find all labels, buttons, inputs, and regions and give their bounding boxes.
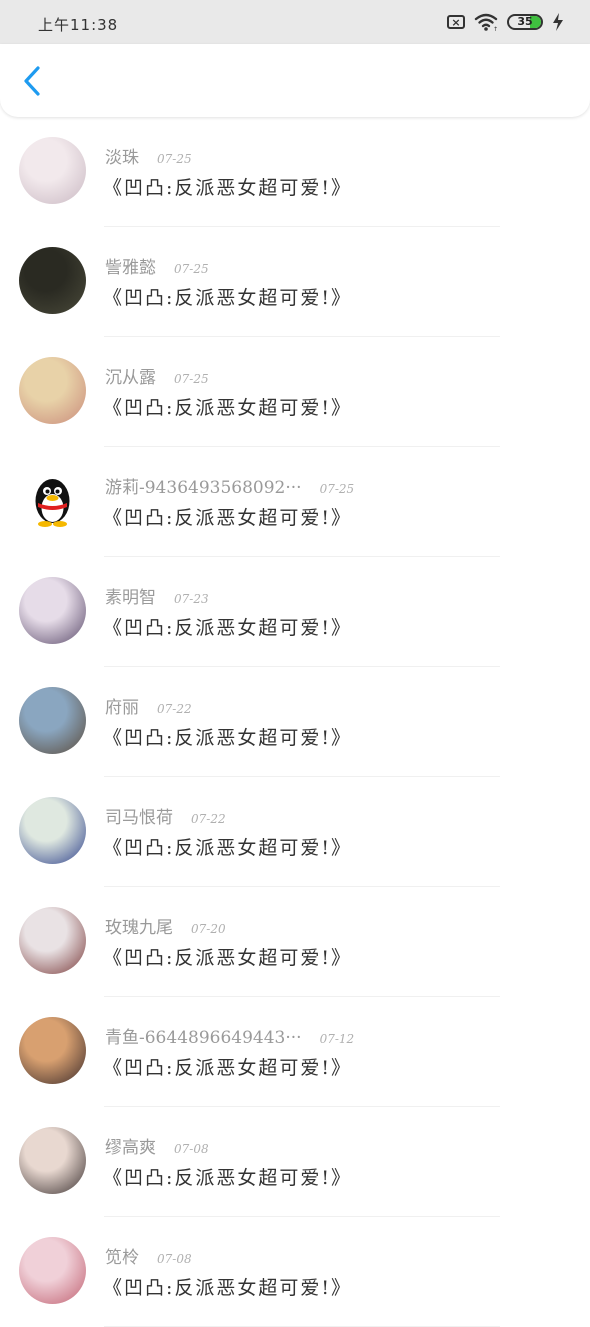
comment-text: 《凹凸:反派恶女超可爱!》 bbox=[103, 1167, 353, 1189]
user-name[interactable]: 淡珠 bbox=[105, 143, 139, 168]
chevron-left-icon bbox=[24, 66, 40, 96]
comment-header: 笕柃 07-08 bbox=[105, 1243, 192, 1268]
comment-date: 07-25 bbox=[174, 262, 209, 276]
user-name[interactable]: 游莉-9436493568092··· bbox=[105, 473, 302, 498]
user-name[interactable]: 缪高爽 bbox=[105, 1133, 156, 1158]
comment-header: 淡珠 07-25 bbox=[105, 143, 192, 168]
status-time: 上午11:38 bbox=[38, 16, 119, 34]
comment-header: 缪高爽 07-08 bbox=[105, 1133, 209, 1158]
avatar[interactable] bbox=[19, 1237, 86, 1304]
avatar[interactable] bbox=[19, 797, 86, 864]
comment-date: 07-22 bbox=[191, 812, 226, 826]
comment-text: 《凹凸:反派恶女超可爱!》 bbox=[103, 1057, 353, 1079]
penguin-icon bbox=[35, 479, 70, 527]
user-name[interactable]: 府丽 bbox=[105, 693, 139, 718]
comment-item[interactable]: 玫瑰九尾 07-20 《凹凸:反派恶女超可爱!》 bbox=[0, 887, 590, 997]
comment-text: 《凹凸:反派恶女超可爱!》 bbox=[103, 397, 353, 419]
comment-date: 07-25 bbox=[174, 372, 209, 386]
avatar[interactable] bbox=[19, 577, 86, 644]
user-name[interactable]: 青鱼-6644896649443··· bbox=[105, 1023, 302, 1048]
comment-header: 府丽 07-22 bbox=[105, 693, 192, 718]
user-name[interactable]: 沉从露 bbox=[105, 363, 156, 388]
comment-date: 07-23 bbox=[174, 592, 209, 606]
comment-date: 07-22 bbox=[157, 702, 192, 716]
comment-text: 《凹凸:反派恶女超可爱!》 bbox=[103, 1277, 353, 1299]
battery-percent: 35 bbox=[517, 15, 533, 28]
avatar[interactable] bbox=[19, 357, 86, 424]
comment-date: 07-25 bbox=[157, 152, 192, 166]
comment-item[interactable]: 游莉-9436493568092··· 07-25 《凹凸:反派恶女超可爱!》 bbox=[0, 447, 590, 557]
comment-header: 沉从露 07-25 bbox=[105, 363, 209, 388]
avatar[interactable] bbox=[19, 247, 86, 314]
avatar[interactable] bbox=[19, 907, 86, 974]
comment-item[interactable]: 訾雅懿 07-25 《凹凸:反派恶女超可爱!》 bbox=[0, 227, 590, 337]
avatar[interactable] bbox=[19, 687, 86, 754]
close-box-icon: × bbox=[447, 15, 465, 29]
battery-icon: 35 bbox=[507, 14, 543, 30]
back-button[interactable] bbox=[16, 64, 50, 98]
svg-text:↑↓: ↑↓ bbox=[493, 26, 498, 32]
comment-item[interactable]: 青鱼-6644896649443··· 07-12 《凹凸:反派恶女超可爱!》 bbox=[0, 997, 590, 1107]
comment-text: 《凹凸:反派恶女超可爱!》 bbox=[103, 947, 353, 969]
user-name[interactable]: 訾雅懿 bbox=[105, 253, 156, 278]
comment-item[interactable]: 淡珠 07-25 《凹凸:反派恶女超可爱!》 bbox=[0, 117, 590, 227]
comment-text: 《凹凸:反派恶女超可爱!》 bbox=[103, 727, 353, 749]
comment-header: 司马恨荷 07-22 bbox=[105, 803, 226, 828]
avatar[interactable] bbox=[19, 467, 86, 534]
comment-item[interactable]: 笕柃 07-08 《凹凸:反派恶女超可爱!》 bbox=[0, 1217, 590, 1327]
user-name[interactable]: 玫瑰九尾 bbox=[105, 913, 173, 938]
status-bar: 上午11:38 × ↑↓ 35 bbox=[0, 0, 590, 44]
comment-text: 《凹凸:反派恶女超可爱!》 bbox=[103, 837, 353, 859]
comment-text: 《凹凸:反派恶女超可爱!》 bbox=[103, 287, 353, 309]
comment-header: 玫瑰九尾 07-20 bbox=[105, 913, 226, 938]
comment-date: 07-08 bbox=[157, 1252, 192, 1266]
comment-date: 07-08 bbox=[174, 1142, 209, 1156]
avatar[interactable] bbox=[19, 1017, 86, 1084]
comment-item[interactable]: 司马恨荷 07-22 《凹凸:反派恶女超可爱!》 bbox=[0, 777, 590, 887]
comment-list: 淡珠 07-25 《凹凸:反派恶女超可爱!》 訾雅懿 07-25 《凹凸:反派恶女超可爱!… bbox=[0, 117, 590, 1327]
nav-bar bbox=[0, 44, 590, 117]
comment-header: 青鱼-6644896649443··· 07-12 bbox=[105, 1023, 354, 1048]
comment-date: 07-12 bbox=[319, 1032, 355, 1046]
comment-header: 游莉-9436493568092··· 07-25 bbox=[105, 473, 354, 498]
comment-text: 《凹凸:反派恶女超可爱!》 bbox=[103, 507, 353, 529]
comment-item[interactable]: 沉从露 07-25 《凹凸:反派恶女超可爱!》 bbox=[0, 337, 590, 447]
comment-item[interactable]: 素明智 07-23 《凹凸:反派恶女超可爱!》 bbox=[0, 557, 590, 667]
avatar[interactable] bbox=[19, 1127, 86, 1194]
charging-bolt-icon bbox=[553, 13, 563, 31]
comment-date: 07-25 bbox=[319, 482, 355, 496]
user-name[interactable]: 笕柃 bbox=[105, 1243, 139, 1268]
comment-date: 07-20 bbox=[191, 922, 226, 936]
comment-header: 訾雅懿 07-25 bbox=[105, 253, 209, 278]
wifi-icon: ↑↓ bbox=[474, 13, 498, 32]
status-icons: × ↑↓ 35 bbox=[447, 10, 564, 34]
user-name[interactable]: 司马恨荷 bbox=[105, 803, 173, 828]
comment-text: 《凹凸:反派恶女超可爱!》 bbox=[103, 617, 353, 639]
user-name[interactable]: 素明智 bbox=[105, 583, 156, 608]
comment-item[interactable]: 府丽 07-22 《凹凸:反派恶女超可爱!》 bbox=[0, 667, 590, 777]
comment-header: 素明智 07-23 bbox=[105, 583, 209, 608]
comment-text: 《凹凸:反派恶女超可爱!》 bbox=[103, 177, 353, 199]
avatar[interactable] bbox=[19, 137, 86, 204]
comment-item[interactable]: 缪高爽 07-08 《凹凸:反派恶女超可爱!》 bbox=[0, 1107, 590, 1217]
